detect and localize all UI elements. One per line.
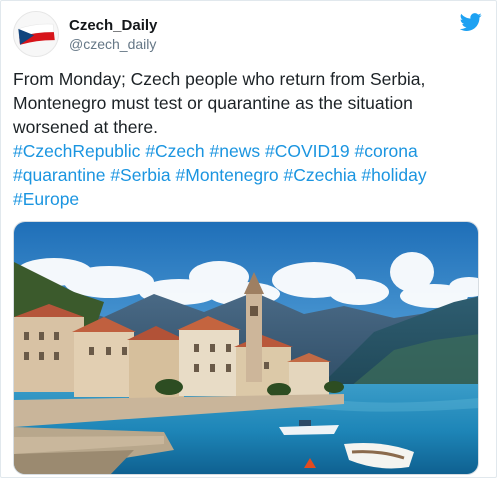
hashtag-quarantine[interactable]: #quarantine [13, 165, 105, 185]
tweet-body: From Monday; Czech people who return fro… [13, 69, 426, 137]
hashtag-news[interactable]: #news [210, 141, 261, 161]
hashtag-europe[interactable]: #Europe [13, 189, 79, 209]
handle[interactable]: @czech_daily [69, 35, 157, 54]
avatar[interactable] [13, 11, 59, 57]
hashtag-serbia[interactable]: #Serbia [110, 165, 170, 185]
tweet-card: Czech_Daily @czech_daily From Monday; Cz… [0, 0, 497, 478]
czech-flag-icon [14, 12, 58, 56]
coastal-town-photo [14, 222, 478, 474]
hashtag-czechia[interactable]: #Czechia [284, 165, 357, 185]
hashtag-holiday[interactable]: #holiday [361, 165, 426, 185]
tweet-photo[interactable] [13, 221, 479, 475]
display-name[interactable]: Czech_Daily [69, 16, 157, 35]
tweet-text: From Monday; Czech people who return fro… [13, 67, 483, 211]
author-names: Czech_Daily @czech_daily [69, 16, 157, 54]
hashtag-czechrepublic[interactable]: #CzechRepublic [13, 141, 140, 161]
tweet-header: Czech_Daily @czech_daily [13, 9, 484, 57]
hashtag-montenegro[interactable]: #Montenegro [176, 165, 279, 185]
hashtag-czech[interactable]: #Czech [145, 141, 204, 161]
twitter-bird-icon[interactable] [460, 11, 482, 33]
hashtag-covid19[interactable]: #COVID19 [265, 141, 350, 161]
hashtag-corona[interactable]: #corona [355, 141, 418, 161]
